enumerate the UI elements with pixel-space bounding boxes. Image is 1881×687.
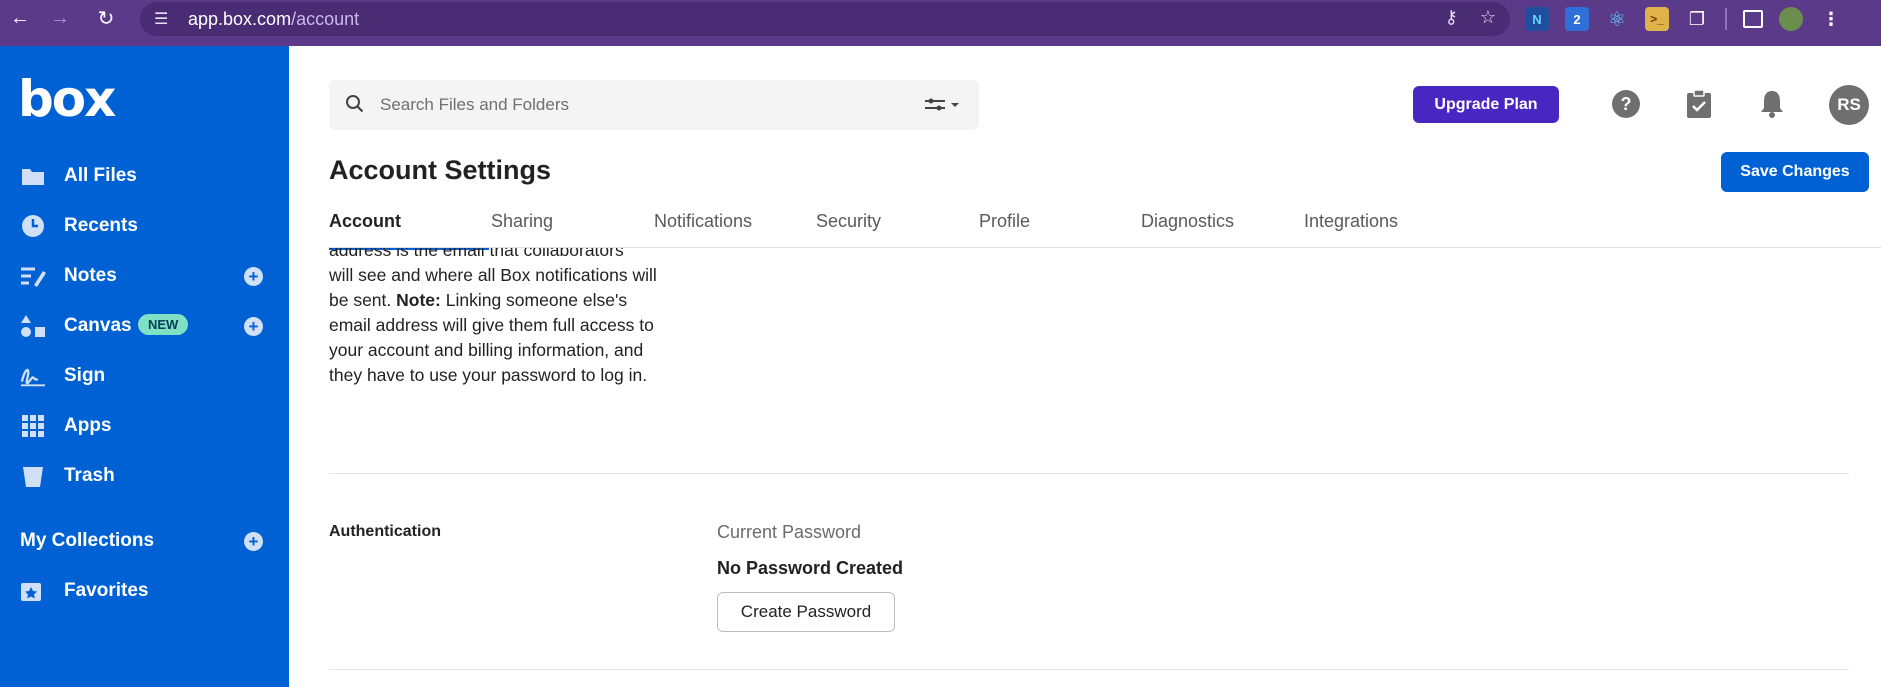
add-canvas-icon[interactable]: + (244, 316, 263, 336)
sidebar: box All Files Recents Notes + Canvas NEW… (0, 46, 289, 687)
tab-security[interactable]: Security (816, 211, 881, 232)
sidebar-item-canvas[interactable]: Canvas NEW + (0, 304, 289, 348)
add-note-icon[interactable]: + (244, 266, 263, 286)
sidebar-item-label: Notes (64, 265, 117, 286)
side-panel-icon[interactable] (1743, 10, 1763, 28)
extensions-puzzle-icon[interactable]: ❐ (1685, 7, 1709, 31)
svg-text:?: ? (1621, 94, 1632, 114)
save-changes-button[interactable]: Save Changes (1721, 152, 1869, 192)
tab-integrations[interactable]: Integrations (1304, 211, 1398, 232)
menu-dots-icon[interactable]: ⋮ (1819, 7, 1843, 31)
sidebar-item-label: My Collections (20, 530, 155, 551)
search-icon (345, 94, 365, 119)
box-logo[interactable]: box (18, 70, 116, 128)
toolbar-separator (1725, 8, 1727, 30)
favorites-star-icon (20, 578, 46, 604)
sidebar-item-trash[interactable]: Trash (0, 454, 289, 498)
bookmark-star-icon[interactable]: ☆ (1480, 7, 1496, 28)
apps-grid-icon (20, 413, 46, 439)
sidebar-item-label: Favorites (64, 580, 149, 601)
authentication-label: Authentication (329, 523, 441, 540)
tab-profile[interactable]: Profile (979, 211, 1030, 232)
reload-icon[interactable]: ↻ (86, 0, 126, 36)
profile-avatar-icon[interactable] (1779, 7, 1803, 31)
trash-icon (20, 463, 46, 489)
search-bar[interactable]: Search Files and Folders (329, 80, 979, 130)
sidebar-item-apps[interactable]: Apps (0, 404, 289, 448)
current-password-label: Current Password (717, 522, 862, 542)
search-input[interactable]: Search Files and Folders (380, 95, 569, 115)
section-divider (329, 473, 1849, 474)
description-top-line: address is the email that collaborators (329, 248, 624, 260)
sidebar-item-label: Sign (64, 365, 106, 386)
settings-tabs: Account Sharing Notifications Security P… (329, 205, 1849, 250)
tab-sharing[interactable]: Sharing (491, 211, 553, 232)
sidebar-item-notes[interactable]: Notes + (0, 254, 289, 298)
terminal-extension-icon[interactable]: >_ (1645, 7, 1669, 31)
folder-icon (20, 163, 46, 189)
extension-2-icon[interactable]: 2 (1565, 7, 1589, 31)
url-host: app.box.com (188, 8, 292, 29)
address-bar[interactable]: ☰ app.box.com/account ⚷ ☆ (140, 2, 1510, 36)
email-description: address is the email that collaborators … (329, 248, 659, 388)
sidebar-item-label: Recents (64, 215, 138, 236)
section-divider (329, 669, 1849, 670)
sidebar-item-label: Trash (64, 465, 115, 486)
sidebar-item-label: All Files (64, 165, 137, 186)
key-icon[interactable]: ⚷ (1445, 7, 1458, 28)
note-label: Note: (396, 290, 441, 310)
help-icon[interactable]: ? (1611, 89, 1641, 119)
sidebar-item-label: Apps (64, 415, 112, 436)
canvas-shapes-icon (20, 313, 46, 339)
back-icon[interactable]: ← (0, 0, 40, 36)
browser-toolbar: ← → ↻ ☰ app.box.com/account ⚷ ☆ N 2 ⚛ >_… (0, 0, 1881, 46)
upgrade-plan-button[interactable]: Upgrade Plan (1413, 86, 1559, 123)
account-settings-content: address is the email that collaborators … (329, 248, 1881, 687)
site-settings-icon[interactable]: ☰ (154, 9, 176, 29)
signature-icon (20, 363, 46, 389)
user-avatar[interactable]: RS (1829, 85, 1869, 125)
url-path: /account (291, 8, 360, 29)
sidebar-item-favorites[interactable]: Favorites (0, 569, 289, 613)
new-badge: NEW (138, 314, 189, 335)
tab-notifications[interactable]: Notifications (654, 211, 752, 232)
sidebar-item-label: Canvas (64, 315, 132, 336)
forward-icon[interactable]: → (40, 0, 80, 36)
search-filter-icon[interactable] (923, 96, 961, 119)
extension-n-icon[interactable]: N (1525, 7, 1549, 31)
create-password-button[interactable]: Create Password (717, 592, 895, 632)
sidebar-item-all-files[interactable]: All Files (0, 154, 289, 198)
clock-icon (20, 213, 46, 239)
notifications-bell-icon[interactable] (1757, 89, 1787, 119)
sidebar-item-sign[interactable]: Sign (0, 354, 289, 398)
current-password-value: No Password Created (717, 558, 904, 578)
page-title: Account Settings (329, 155, 552, 185)
react-devtools-icon[interactable]: ⚛ (1605, 7, 1629, 31)
sidebar-item-my-collections[interactable]: My Collections + (0, 519, 289, 563)
notes-icon (20, 263, 46, 289)
tab-diagnostics[interactable]: Diagnostics (1141, 211, 1234, 232)
tasks-clipboard-icon[interactable] (1684, 89, 1714, 119)
sidebar-item-recents[interactable]: Recents (0, 204, 289, 248)
add-collection-icon[interactable]: + (244, 531, 263, 551)
tab-account[interactable]: Account (329, 211, 401, 232)
